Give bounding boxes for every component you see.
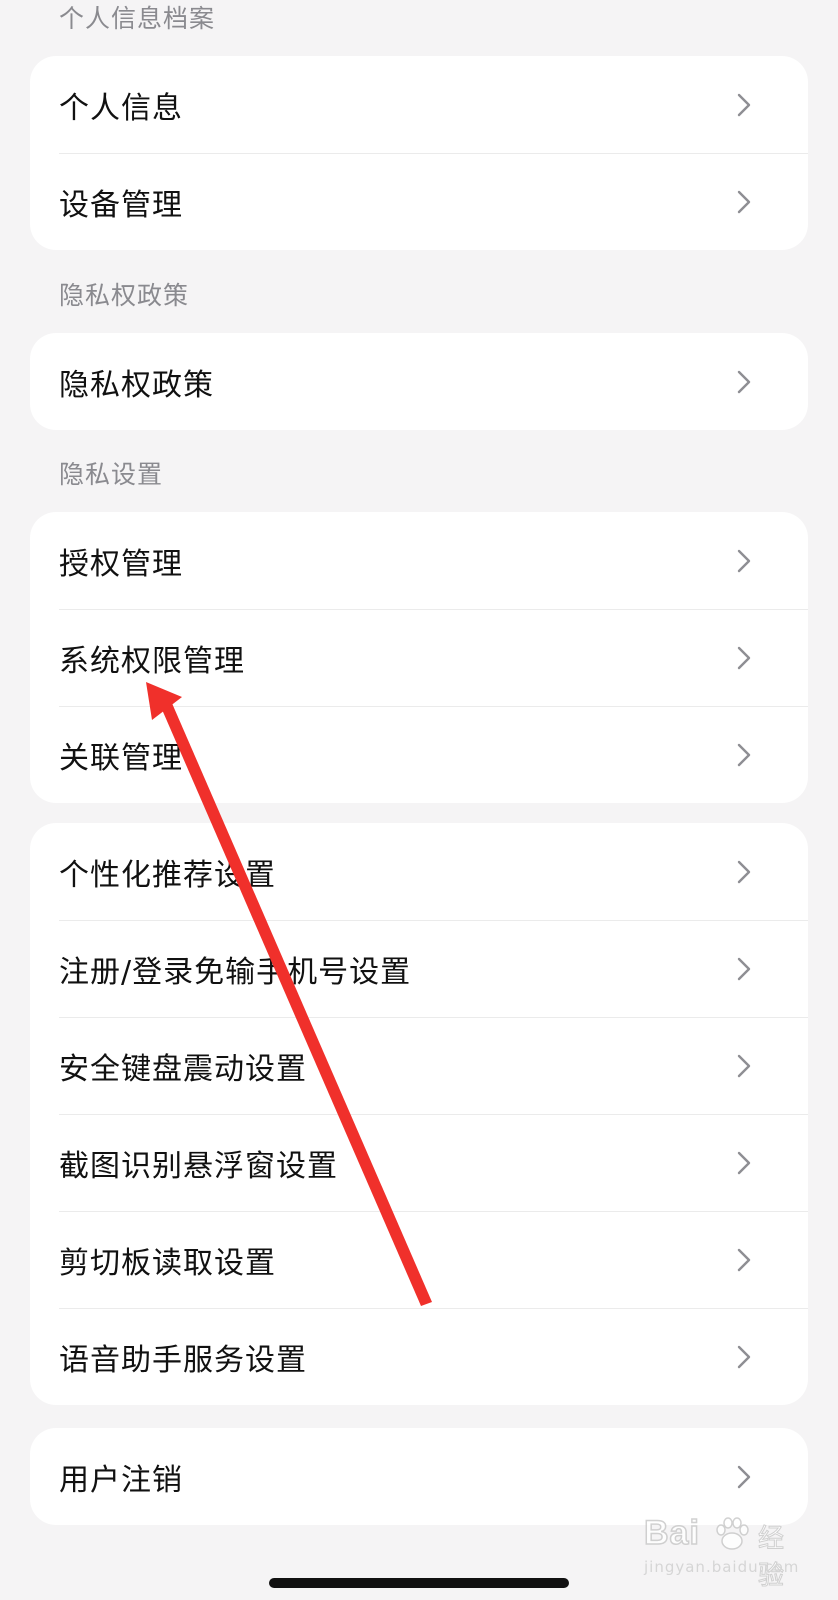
row-keyboard-vibration[interactable]: 安全键盘震动设置 [30, 1017, 808, 1114]
card-privacy-policy: 隐私权政策 [30, 333, 808, 430]
chevron-right-icon [735, 644, 753, 672]
row-linked-management[interactable]: 关联管理 [30, 706, 808, 803]
row-label: 个性化推荐设置 [59, 857, 276, 893]
chevron-right-icon [735, 1246, 753, 1274]
card-account-cancellation: 用户注销 [30, 1428, 808, 1525]
privacy-settings-page: 个人信息档案 个人信息 设备管理 隐私权政策 隐私权政策 隐私设置 授权管理 系… [0, 0, 838, 1600]
row-label: 授权管理 [59, 546, 183, 582]
row-label: 设备管理 [59, 187, 183, 223]
row-personal-info[interactable]: 个人信息 [30, 56, 808, 153]
row-voice-assistant[interactable]: 语音助手服务设置 [30, 1308, 808, 1405]
home-indicator[interactable] [269, 1578, 569, 1588]
watermark-product: 经验 [758, 1524, 785, 1592]
chevron-right-icon [735, 188, 753, 216]
row-label: 用户注销 [59, 1462, 183, 1498]
row-label: 截图识别悬浮窗设置 [59, 1148, 338, 1184]
row-device-management[interactable]: 设备管理 [30, 153, 808, 250]
chevron-right-icon [735, 1343, 753, 1371]
chevron-right-icon [735, 1149, 753, 1177]
baidu-paw-icon [716, 1517, 749, 1550]
card-privacy-settings: 授权管理 系统权限管理 关联管理 [30, 512, 808, 803]
row-label: 关联管理 [59, 740, 183, 776]
row-screenshot-floating-window[interactable]: 截图识别悬浮窗设置 [30, 1114, 808, 1211]
chevron-right-icon [735, 955, 753, 983]
section-header-privacy-settings: 隐私设置 [59, 460, 164, 489]
chevron-right-icon [735, 547, 753, 575]
watermark-brand: Bai [643, 1513, 700, 1553]
row-clipboard-reading[interactable]: 剪切板读取设置 [30, 1211, 808, 1308]
row-label: 安全键盘震动设置 [59, 1051, 307, 1087]
chevron-right-icon [735, 91, 753, 119]
row-personalized-recommendation[interactable]: 个性化推荐设置 [30, 823, 808, 920]
baidu-jingyan-watermark: Bai 经验 jingyan.baidu.com [640, 1512, 800, 1591]
chevron-right-icon [735, 368, 753, 396]
row-label: 系统权限管理 [59, 643, 245, 679]
row-system-permission-management[interactable]: 系统权限管理 [30, 609, 808, 706]
row-authorization-management[interactable]: 授权管理 [30, 512, 808, 609]
row-label: 隐私权政策 [59, 367, 214, 403]
row-account-cancellation[interactable]: 用户注销 [30, 1428, 808, 1525]
row-login-phone-settings[interactable]: 注册/登录免输手机号设置 [30, 920, 808, 1017]
section-header-privacy-policy: 隐私权政策 [59, 281, 190, 310]
row-privacy-policy[interactable]: 隐私权政策 [30, 333, 808, 430]
chevron-right-icon [735, 858, 753, 886]
watermark-url: jingyan.baidu.com [644, 1558, 800, 1576]
row-label: 剪切板读取设置 [59, 1245, 276, 1281]
row-label: 语音助手服务设置 [59, 1342, 307, 1378]
chevron-right-icon [735, 741, 753, 769]
chevron-right-icon [735, 1463, 753, 1491]
row-label: 注册/登录免输手机号设置 [59, 954, 412, 990]
chevron-right-icon [735, 1052, 753, 1080]
card-profile: 个人信息 设备管理 [30, 56, 808, 250]
card-other-settings: 个性化推荐设置 注册/登录免输手机号设置 安全键盘震动设置 截图识别悬浮窗设置 … [30, 823, 808, 1405]
row-label: 个人信息 [59, 90, 183, 126]
section-header-profile: 个人信息档案 [59, 4, 216, 33]
